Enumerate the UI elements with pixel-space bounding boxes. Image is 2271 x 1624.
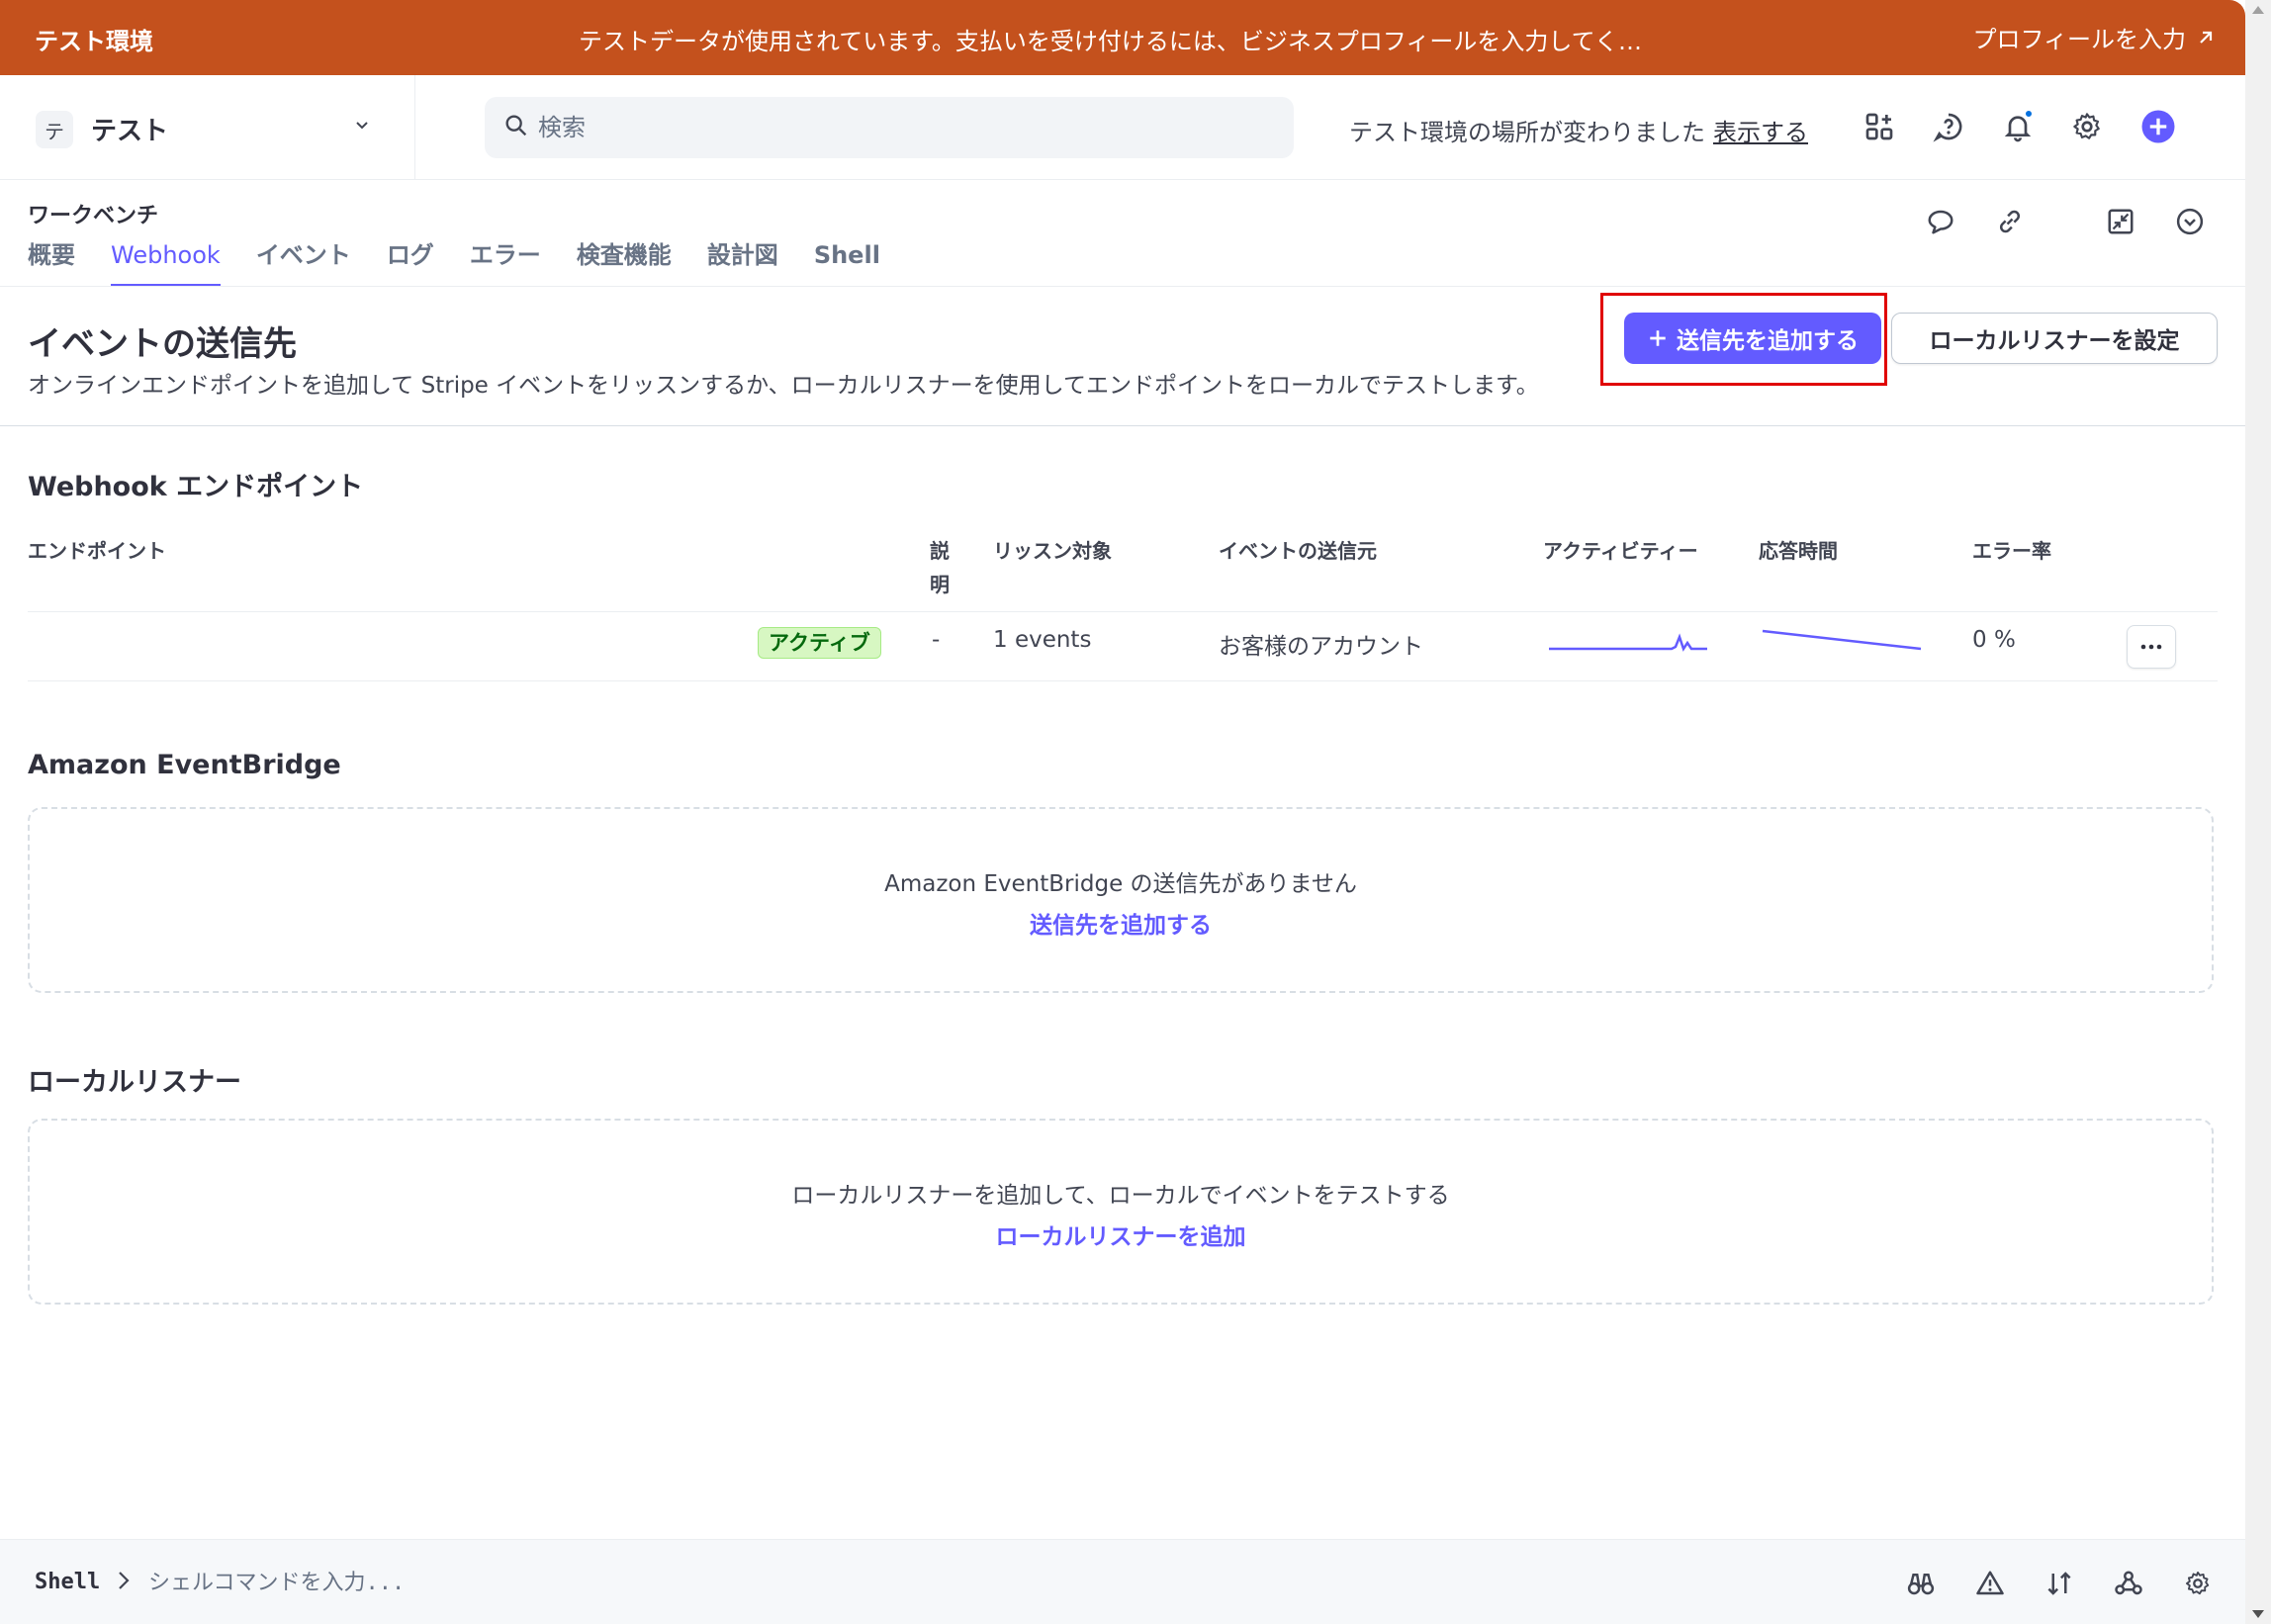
copy-link-button[interactable] — [1990, 202, 2030, 241]
gear-icon — [2185, 1571, 2210, 1595]
chevron-right-icon — [119, 1572, 130, 1589]
scroll-up-arrow[interactable] — [2252, 6, 2264, 14]
shell-settings-button[interactable] — [2178, 1564, 2218, 1603]
notification-dot — [2024, 109, 2034, 119]
eventbridge-section-title: Amazon EventBridge — [28, 750, 341, 780]
col-endpoint: エンドポイント — [28, 539, 166, 563]
webhook-icon — [2115, 1571, 2142, 1595]
workbench-tabs: 概要 Webhook イベント ログ エラー 検査機能 設計図 Shell — [28, 235, 916, 287]
workbench-title: ワークベンチ — [28, 204, 159, 228]
status-badge: アクティブ — [758, 627, 881, 659]
tab-logs[interactable]: ログ — [387, 235, 434, 287]
link-icon — [1999, 210, 2021, 233]
plus-circle-icon — [2141, 110, 2175, 143]
notifications-button[interactable] — [1996, 105, 2040, 148]
tabs-divider — [0, 286, 2245, 287]
shell-command-input[interactable] — [148, 1558, 1039, 1607]
help-icon — [1933, 113, 1962, 142]
top-bar: テ テスト テスト環境の場所が変わりました表示する — [0, 75, 2245, 180]
binoculars-icon — [1907, 1574, 1935, 1595]
search-box[interactable] — [485, 97, 1294, 158]
col-source: イベントの送信元 — [1219, 539, 1377, 563]
tab-errors[interactable]: エラー — [470, 235, 541, 287]
add-destination-button[interactable]: 送信先を追加する — [1624, 313, 1881, 364]
enter-profile-link[interactable]: プロフィールを入力 — [1972, 20, 2216, 54]
shell-errors-button[interactable] — [1970, 1564, 2010, 1603]
account-name: テスト — [91, 117, 169, 146]
tab-events[interactable]: イベント — [256, 235, 351, 287]
env-location-note: テスト環境の場所が変わりました 表示する — [1349, 113, 1808, 147]
webhook-section-title: Webhook エンドポイント — [28, 472, 364, 502]
help-button[interactable] — [1927, 105, 1970, 148]
shell-bar: Shell — [0, 1539, 2245, 1624]
chevron-down-icon — [356, 122, 368, 130]
apps-button[interactable] — [1858, 105, 1901, 148]
warning-icon — [1976, 1571, 2004, 1595]
collapse-button[interactable] — [2101, 202, 2140, 241]
local-listener-add-link[interactable]: ローカルリスナーを追加 — [30, 1218, 2212, 1251]
search-icon — [505, 115, 527, 136]
page-title: イベントの送信先 — [28, 324, 297, 364]
gear-icon — [2073, 113, 2100, 139]
activity-sparkline — [1549, 633, 1707, 652]
account-avatar: テ — [36, 111, 73, 148]
plus-icon — [1650, 330, 1666, 346]
row-error-rate: 0 % — [1972, 627, 2016, 653]
search-input[interactable] — [538, 97, 1270, 158]
eventbridge-add-link[interactable]: 送信先を追加する — [30, 906, 2212, 940]
row-listen: 1 events — [993, 627, 1092, 653]
tab-webhook[interactable]: Webhook — [111, 235, 221, 287]
shell-inspect-button[interactable] — [1901, 1564, 1941, 1603]
eventbridge-empty-text: Amazon EventBridge の送信先がありません — [884, 871, 1357, 897]
table-row-divider — [28, 680, 2218, 681]
test-env-label: テスト環境 — [35, 28, 153, 55]
chevron-down-circle-icon — [2176, 208, 2204, 235]
settings-button[interactable] — [2065, 105, 2109, 148]
feedback-button[interactable] — [1921, 202, 1960, 241]
header-divider — [0, 425, 2245, 426]
arrow-up-right-icon — [2200, 31, 2213, 44]
shell-requests-button[interactable] — [2040, 1564, 2079, 1603]
apps-grid-icon — [1865, 113, 1893, 140]
local-listener-empty-text: ローカルリスナーを追加して、ローカルでイベントをテストする — [791, 1183, 1450, 1209]
row-description: - — [932, 627, 941, 653]
shell-label: Shell — [35, 1570, 101, 1594]
enter-profile-label: プロフィールを入力 — [1972, 26, 2186, 53]
tab-blueprints[interactable]: 設計図 — [707, 235, 778, 287]
test-mode-banner: テスト環境 テストデータが使用されています。支払いを受け付けるには、ビジネスプロ… — [0, 0, 2245, 75]
tab-shell[interactable]: Shell — [814, 235, 880, 287]
scroll-down-arrow[interactable] — [2252, 1610, 2264, 1618]
col-description: 説明 — [930, 539, 950, 596]
more-horizontal-icon — [2140, 644, 2162, 650]
row-more-button[interactable] — [2127, 625, 2176, 669]
tab-overview[interactable]: 概要 — [28, 235, 75, 287]
speech-bubble-icon — [1928, 210, 1953, 234]
create-button[interactable] — [2136, 105, 2180, 148]
page-subtitle: オンラインエンドポイントを追加して Stripe イベントをリッスンするか、ロー… — [28, 373, 1539, 399]
col-response-time: 応答時間 — [1759, 539, 1838, 563]
col-listen: リッスン対象 — [993, 539, 1112, 563]
arrows-up-down-icon — [2047, 1572, 2071, 1595]
response-time-sparkline — [1762, 629, 1922, 651]
close-workbench-button[interactable] — [2170, 202, 2210, 241]
shell-webhooks-button[interactable] — [2109, 1564, 2148, 1603]
row-source: お客様のアカウント — [1219, 634, 1423, 660]
env-note-show-link[interactable]: 表示する — [1713, 119, 1808, 146]
account-switcher[interactable]: テ テスト — [0, 75, 415, 180]
eventbridge-empty-state: Amazon EventBridge の送信先がありません 送信先を追加する — [28, 807, 2214, 993]
table-header-divider — [28, 611, 2218, 612]
col-error-rate: エラー率 — [1972, 539, 2051, 563]
env-note-text: テスト環境の場所が変わりました — [1349, 119, 1705, 146]
local-listener-section-title: ローカルリスナー — [28, 1067, 241, 1098]
local-listener-empty-state: ローカルリスナーを追加して、ローカルでイベントをテストする ローカルリスナーを追… — [28, 1119, 2214, 1305]
set-local-listener-button[interactable]: ローカルリスナーを設定 — [1891, 313, 2218, 364]
col-activity: アクティビティー — [1543, 539, 1698, 563]
add-destination-label: 送信先を追加する — [1677, 327, 1859, 353]
minimize-icon — [2108, 209, 2134, 234]
banner-message: テストデータが使用されています。支払いを受け付けるには、ビジネスプロフィールを入… — [579, 28, 1642, 55]
tab-inspector[interactable]: 検査機能 — [577, 235, 672, 287]
page-scrollbar[interactable] — [2245, 0, 2271, 1624]
